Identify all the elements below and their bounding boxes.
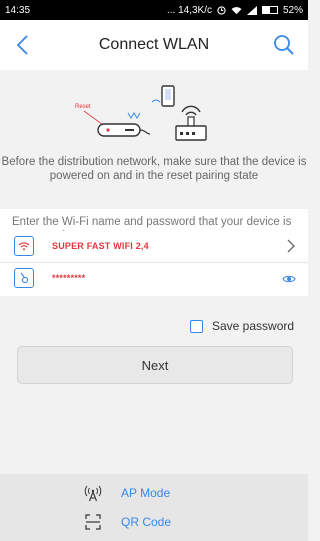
clock-icon	[217, 5, 226, 15]
eye-icon[interactable]	[282, 271, 296, 287]
save-password-checkbox[interactable]	[190, 319, 203, 333]
password-row[interactable]: *********	[0, 263, 308, 293]
wifi-status-icon	[231, 6, 242, 14]
save-password-label: Save password	[212, 319, 295, 333]
qr-code-option[interactable]: QR Code	[82, 512, 171, 532]
illustration-area: Reset Before the distribution network, m…	[0, 70, 308, 210]
wifi-name-value: SUPER FAST WIFI 2,4	[52, 241, 149, 251]
battery-fill	[262, 7, 271, 13]
qr-scan-icon	[82, 512, 104, 532]
password-input[interactable]: *********	[52, 273, 85, 283]
pairing-description: Before the distribution network, make su…	[0, 155, 308, 183]
chevron-right-icon[interactable]	[286, 238, 296, 254]
mode-footer: AP Mode QR Code	[0, 474, 308, 541]
top-navbar: Connect WLAN	[0, 20, 308, 70]
next-button[interactable]: Next	[17, 346, 293, 384]
status-bar: 14:35 ... 14,3K/c 52%	[0, 0, 308, 20]
save-password-toggle[interactable]: Save password	[190, 319, 294, 333]
device-reset-illustration: Reset	[75, 85, 207, 141]
wifi-icon	[14, 236, 34, 256]
wifi-name-row[interactable]: SUPER FAST WIFI 2,4	[0, 231, 308, 261]
pairing-description-text: Before the distribution network, make su…	[1, 156, 307, 182]
battery-percent: 52%	[282, 4, 303, 16]
ap-mode-label: AP Mode	[121, 486, 171, 500]
search-icon[interactable]	[272, 33, 296, 57]
net-speed: ... 14,3K/c	[166, 4, 212, 16]
signal-icon	[246, 5, 257, 15]
battery-icon	[261, 6, 278, 14]
chevron-left-icon[interactable]	[14, 34, 34, 56]
status-time: 14:35	[5, 4, 31, 16]
status-right: ... 14,3K/c 52%	[167, 5, 303, 16]
antenna-icon	[82, 483, 104, 503]
qr-code-label: QR Code	[121, 515, 172, 529]
page-title: Connect WLAN	[98, 36, 210, 53]
reset-label: Reset	[75, 104, 91, 110]
lock-icon	[14, 268, 34, 288]
ap-mode-option[interactable]: AP Mode	[82, 483, 170, 503]
